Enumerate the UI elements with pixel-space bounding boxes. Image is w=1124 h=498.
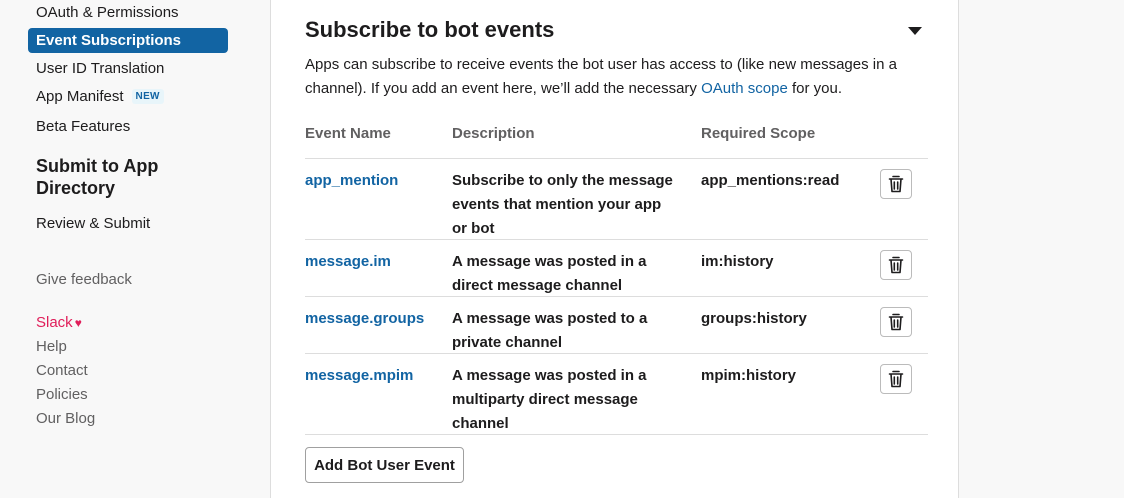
event-description: A message was posted in a multiparty dir… xyxy=(452,367,647,432)
header-required-scope: Required Scope xyxy=(701,125,816,142)
event-scope: app_mentions:read xyxy=(701,172,840,189)
sidebar-item-beta-features[interactable]: Beta Features xyxy=(28,114,228,139)
event-scope: im:history xyxy=(701,253,774,270)
heart-icon: ♥ xyxy=(74,316,82,330)
trash-icon xyxy=(888,313,904,331)
sidebar-item-event-subscriptions[interactable]: Event Subscriptions xyxy=(28,28,228,53)
event-name[interactable]: message.groups xyxy=(305,307,424,331)
event-name[interactable]: app_mention xyxy=(305,169,398,193)
trash-icon xyxy=(888,175,904,193)
event-description: Subscribe to only the message events tha… xyxy=(452,172,673,237)
header-event-name: Event Name xyxy=(305,125,391,142)
policies-link[interactable]: Policies xyxy=(36,385,88,405)
section-description: Apps can subscribe to receive events the… xyxy=(305,53,925,101)
event-description: A message was posted in a direct message… xyxy=(452,253,647,294)
give-feedback-link[interactable]: Give feedback xyxy=(36,270,132,290)
caret-down-icon[interactable] xyxy=(908,27,922,35)
sidebar: OAuth & Permissions Event Subscriptions … xyxy=(0,0,270,498)
events-table: Event Name Description Required Scope ap… xyxy=(305,122,928,435)
delete-event-button[interactable] xyxy=(880,364,912,394)
delete-event-button[interactable] xyxy=(880,250,912,280)
description-text-end: for you. xyxy=(787,80,843,97)
table-header: Event Name Description Required Scope xyxy=(305,122,928,159)
new-badge: NEW xyxy=(131,89,164,104)
table-row: app_mention Subscribe to only the messag… xyxy=(305,159,928,240)
sidebar-item-label: Event Subscriptions xyxy=(36,32,182,49)
event-name[interactable]: message.mpim xyxy=(305,364,413,388)
sidebar-item-label: OAuth & Permissions xyxy=(36,4,179,21)
sidebar-item-user-id-translation[interactable]: User ID Translation xyxy=(28,56,228,81)
trash-icon xyxy=(888,256,904,274)
blog-link[interactable]: Our Blog xyxy=(36,409,95,429)
oauth-scope-link[interactable]: OAuth scope xyxy=(701,80,788,97)
section-title: Subscribe to bot events xyxy=(305,17,555,42)
sidebar-item-label: Review & Submit xyxy=(36,215,151,232)
bot-events-panel: Subscribe to bot events Apps can subscri… xyxy=(270,0,959,498)
event-scope: groups:history xyxy=(701,310,807,327)
delete-event-button[interactable] xyxy=(880,307,912,337)
table-row: message.mpim A message was posted in a m… xyxy=(305,354,928,435)
sidebar-item-label: Beta Features xyxy=(36,118,131,135)
submit-directory-heading: Submit to App Directory xyxy=(36,156,159,198)
help-link[interactable]: Help xyxy=(36,337,67,357)
event-description: A message was posted to a private channe… xyxy=(452,310,648,351)
sidebar-item-app-manifest[interactable]: App Manifest NEW xyxy=(28,84,228,109)
table-row: message.im A message was posted in a dir… xyxy=(305,240,928,297)
sidebar-item-label: User ID Translation xyxy=(36,60,165,77)
event-scope: mpim:history xyxy=(701,367,797,384)
sidebar-item-oauth-permissions[interactable]: OAuth & Permissions xyxy=(28,0,228,25)
header-description: Description xyxy=(452,125,535,142)
event-name[interactable]: message.im xyxy=(305,250,391,274)
sidebar-item-label: App Manifest xyxy=(36,88,124,105)
contact-link[interactable]: Contact xyxy=(36,361,88,381)
add-bot-user-event-button[interactable]: Add Bot User Event xyxy=(305,447,464,483)
trash-icon xyxy=(888,370,904,388)
table-row: message.groups A message was posted to a… xyxy=(305,297,928,354)
slack-link[interactable]: Slack ♥ xyxy=(36,313,82,333)
app-settings-page: OAuth & Permissions Event Subscriptions … xyxy=(0,0,1124,498)
delete-event-button[interactable] xyxy=(880,169,912,199)
sidebar-item-review-submit[interactable]: Review & Submit xyxy=(28,211,228,236)
slack-link-label: Slack xyxy=(36,314,73,331)
